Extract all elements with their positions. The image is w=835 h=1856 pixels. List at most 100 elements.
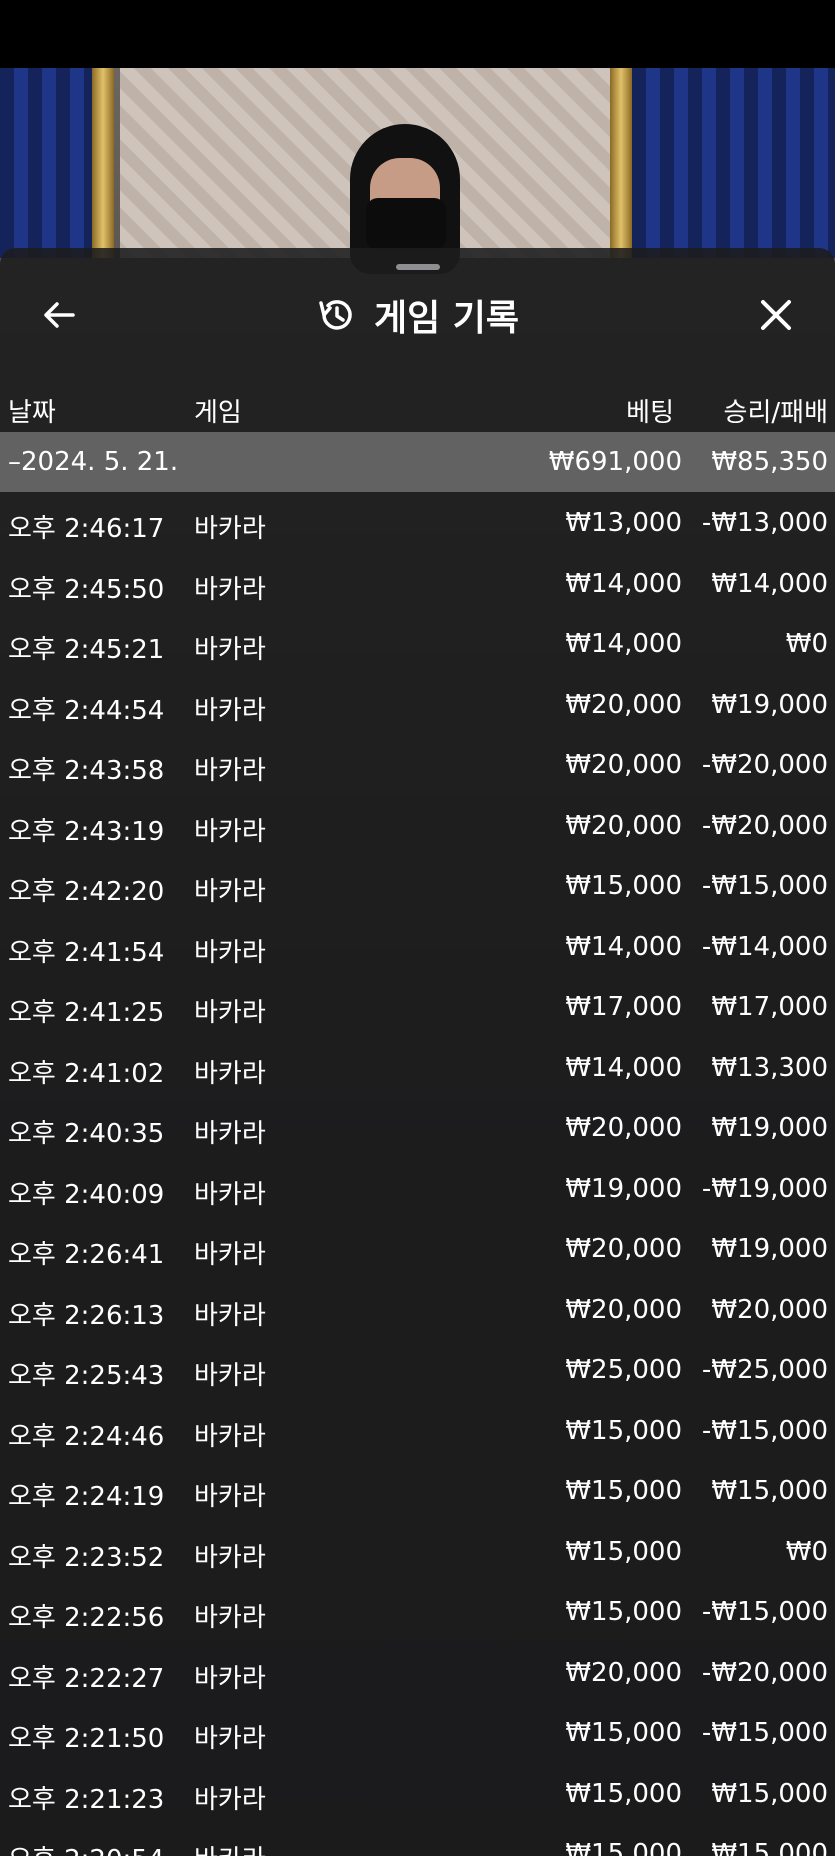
page-title: 게임 기록 [373,298,519,339]
row-time: 오후 2:45:21 [8,635,165,665]
row-game: 바카라 [194,1839,266,1856]
row-result: ₩19,000 [711,1234,828,1264]
table-row[interactable]: 오후 2:21:23 바카라 ₩15,000 ₩15,000 [0,1767,835,1828]
row-time: 오후 2:44:54 [8,695,165,726]
row-game: 바카라 [194,574,266,605]
table-row[interactable]: 오후 2:24:19 바카라 ₩15,000 ₩15,000 [0,1464,835,1525]
row-game: 바카라 [194,1482,266,1512]
row-bet: ₩14,000 [565,568,682,599]
row-result: ₩19,000 [711,689,828,720]
table-row[interactable]: 오후 2:44:54 바카라 ₩20,000 ₩19,000 [0,678,835,739]
row-result: -₩15,000 [701,871,828,901]
row-game: 바카라 [194,1240,266,1270]
row-result: ₩14,000 [711,568,828,599]
row-bet: ₩20,000 [565,1294,682,1325]
row-time: 오후 2:40:09 [8,1179,165,1210]
row-result: ₩0 [785,629,828,659]
row-bet: ₩15,000 [565,1778,682,1809]
row-game: 바카라 [194,1603,266,1633]
row-bet: ₩14,000 [565,931,682,962]
row-time: 오후 2:26:13 [8,1300,165,1331]
table-row[interactable]: 오후 2:43:58 바카라 ₩20,000 -₩20,000 [0,738,835,799]
row-game: 바카라 [194,877,266,907]
row-game: 바카라 [194,635,266,665]
table-row[interactable]: 오후 2:25:43 바카라 ₩25,000 -₩25,000 [0,1343,835,1404]
column-header-bet: 베팅 [626,398,674,428]
row-time: 오후 2:24:46 [8,1421,165,1452]
row-game: 바카라 [194,1663,266,1694]
table-row[interactable]: 오후 2:41:25 바카라 ₩17,000 ₩17,000 [0,980,835,1041]
close-icon [761,300,791,330]
row-bet: ₩20,000 [565,1234,682,1264]
row-result: ₩13,300 [711,1052,828,1083]
row-bet: ₩15,000 [565,1718,682,1748]
row-game: 바카라 [194,1119,266,1149]
table-row[interactable]: 오후 2:26:13 바카라 ₩20,000 ₩20,000 [0,1283,835,1344]
close-button[interactable] [747,286,805,344]
row-game: 바카라 [194,756,266,786]
row-game: 바카라 [194,1542,266,1573]
header-title-group: 게임 기록 [0,286,835,344]
date-group-bet-total: ₩691,000 [548,447,682,477]
row-game: 바카라 [194,695,266,726]
row-time: 오후 2:45:50 [8,574,165,605]
table-header: 날짜 게임 베팅 승리/패배 [0,378,835,436]
arrow-left-icon [44,302,75,328]
row-bet: ₩20,000 [565,689,682,720]
table-row[interactable]: 오후 2:45:21 바카라 ₩14,000 ₩0 [0,617,835,678]
table-row[interactable]: 오후 2:26:41 바카라 ₩20,000 ₩19,000 [0,1222,835,1283]
row-result: -₩14,000 [701,931,828,962]
sheet-drag-handle[interactable] [396,264,440,270]
row-bet: ₩17,000 [565,992,682,1022]
row-bet: ₩15,000 [565,1597,682,1627]
row-bet: ₩15,000 [565,1839,682,1856]
row-time: 오후 2:25:43 [8,1361,165,1391]
row-time: 오후 2:41:25 [8,998,165,1028]
row-game: 바카라 [194,1058,266,1089]
table-row[interactable]: 오후 2:41:02 바카라 ₩14,000 ₩13,300 [0,1041,835,1102]
row-result: -₩20,000 [701,1657,828,1688]
column-header-game: 게임 [194,398,242,428]
row-time: 오후 2:22:56 [8,1603,165,1633]
row-time: 오후 2:40:35 [8,1119,165,1149]
table-row[interactable]: 오후 2:20:54 바카라 ₩15,000 ₩15,000 [0,1827,835,1856]
table-row[interactable]: 오후 2:46:17 바카라 ₩13,000 -₩13,000 [0,496,835,557]
table-row[interactable]: 오후 2:45:50 바카라 ₩14,000 ₩14,000 [0,557,835,618]
table-row[interactable]: 오후 2:23:52 바카라 ₩15,000 ₩0 [0,1525,835,1586]
history-icon [319,300,352,330]
row-result: -₩20,000 [701,750,828,780]
row-result: -₩15,000 [701,1718,828,1748]
back-button[interactable] [30,286,88,344]
table-row[interactable]: 오후 2:43:19 바카라 ₩20,000 -₩20,000 [0,799,835,860]
curtain-right [632,68,835,258]
row-time: 오후 2:41:02 [8,1058,165,1089]
row-result: ₩15,000 [711,1778,828,1809]
date-group-row[interactable]: –2024. 5. 21. ₩691,000 ₩85,350 [0,432,835,492]
history-list: 오후 2:46:17 바카라 ₩13,000 -₩13,000 오후 2:45:50 바카… [0,496,835,1856]
table-row[interactable]: 오후 2:42:20 바카라 ₩15,000 -₩15,000 [0,859,835,920]
row-game: 바카라 [194,1300,266,1331]
row-time: 오후 2:46:17 [8,514,165,544]
row-game: 바카라 [194,816,266,847]
table-row[interactable]: 오후 2:40:35 바카라 ₩20,000 ₩19,000 [0,1101,835,1162]
row-bet: ₩20,000 [565,750,682,780]
row-result: -₩15,000 [701,1415,828,1446]
row-time: 오후 2:42:20 [8,877,165,907]
table-row[interactable]: 오후 2:21:50 바카라 ₩15,000 -₩15,000 [0,1706,835,1767]
curtain-left [0,68,92,258]
row-result: -₩20,000 [701,810,828,841]
row-time: 오후 2:24:19 [8,1482,165,1512]
table-row[interactable]: 오후 2:22:56 바카라 ₩15,000 -₩15,000 [0,1585,835,1646]
row-time: 오후 2:43:58 [8,756,165,786]
table-row[interactable]: 오후 2:24:46 바카라 ₩15,000 -₩15,000 [0,1404,835,1465]
row-bet: ₩15,000 [565,1476,682,1506]
table-row[interactable]: 오후 2:40:09 바카라 ₩19,000 -₩19,000 [0,1162,835,1223]
row-game: 바카라 [194,1179,266,1210]
row-game: 바카라 [194,1784,266,1815]
table-row[interactable]: 오후 2:22:27 바카라 ₩20,000 -₩20,000 [0,1646,835,1707]
row-bet: ₩13,000 [565,508,682,538]
row-bet: ₩15,000 [565,1415,682,1446]
row-bet: ₩14,000 [565,1052,682,1083]
row-result: -₩25,000 [701,1355,828,1385]
table-row[interactable]: 오후 2:41:54 바카라 ₩14,000 -₩14,000 [0,920,835,981]
